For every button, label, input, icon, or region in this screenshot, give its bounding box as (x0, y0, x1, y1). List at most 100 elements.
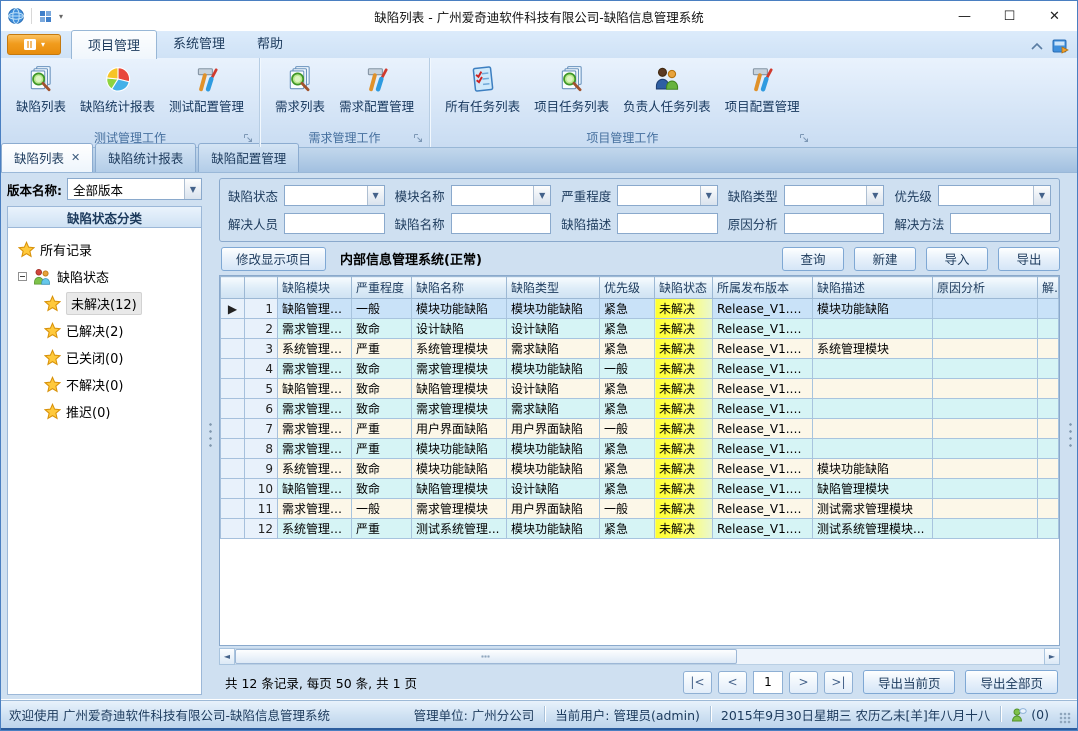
cell-name[interactable]: 用户界面缺陷 (412, 419, 507, 439)
filter-select-缺陷状态[interactable]: ▼ (284, 185, 385, 206)
table-row[interactable]: 4需求管理模块致命需求管理模块模块功能缺陷一般未解决Release_V1.0.0 (221, 359, 1059, 379)
cell-analysis[interactable] (933, 499, 1038, 519)
table-row[interactable]: 8需求管理模块严重模块功能缺陷模块功能缺陷紧急未解决Release_V1.0.0 (221, 439, 1059, 459)
cell-status[interactable]: 未解决 (655, 439, 713, 459)
page-number-input[interactable] (753, 671, 783, 694)
cell-analysis[interactable] (933, 319, 1038, 339)
cell-module[interactable]: 缺陷管理模块 (278, 479, 352, 499)
action-button-查询[interactable]: 查询 (782, 247, 844, 271)
doc-tab-缺陷配置管理[interactable]: 缺陷配置管理 (198, 143, 299, 172)
cell-type[interactable]: 需求缺陷 (507, 399, 600, 419)
cell-severity[interactable]: 严重 (352, 519, 412, 539)
table-row[interactable]: 7需求管理模块严重用户界面缺陷用户界面缺陷一般未解决Release_V1.0.0 (221, 419, 1059, 439)
quick-access-dropdown-icon[interactable]: ▾ (59, 12, 63, 21)
scroll-right-icon[interactable]: ► (1044, 648, 1060, 665)
cell-name[interactable]: 缺陷管理模块 (412, 479, 507, 499)
cell-priority[interactable]: 紧急 (600, 399, 655, 419)
cell-severity[interactable]: 致命 (352, 459, 412, 479)
cell-method[interactable] (1038, 419, 1059, 439)
cell-status[interactable]: 未解决 (655, 299, 713, 319)
cell-priority[interactable]: 紧急 (600, 519, 655, 539)
cell-desc[interactable] (813, 399, 933, 419)
dialog-launcher-icon[interactable] (799, 133, 809, 143)
cell-status[interactable]: 未解决 (655, 459, 713, 479)
cell-method[interactable] (1038, 399, 1059, 419)
cell-release[interactable]: Release_V1.0.0 (713, 439, 813, 459)
export-all-pages-button[interactable]: 导出全部页 (965, 670, 1058, 694)
cell-desc[interactable] (813, 319, 933, 339)
cell-name[interactable]: 需求管理模块 (412, 399, 507, 419)
cell-method[interactable] (1038, 499, 1059, 519)
cell-type[interactable]: 模块功能缺陷 (507, 459, 600, 479)
cell-analysis[interactable] (933, 459, 1038, 479)
cell-method[interactable] (1038, 359, 1059, 379)
quick-access-grid-icon[interactable] (38, 9, 53, 24)
chevron-down-icon[interactable]: ▼ (533, 186, 550, 205)
table-row[interactable]: 12系统管理模块严重测试系统管理...模块功能缺陷紧急未解决Release_V1… (221, 519, 1059, 539)
filter-input-缺陷描述[interactable] (617, 213, 718, 234)
cell-severity[interactable]: 致命 (352, 399, 412, 419)
ribbon-button-项目任务列表[interactable]: 项目任务列表 (527, 61, 616, 117)
cell-name[interactable]: 设计缺陷 (412, 319, 507, 339)
tree-item-缺陷状态[interactable]: 缺陷状态 (18, 263, 199, 290)
ribbon-button-缺陷统计报表[interactable]: 缺陷统计报表 (73, 61, 162, 117)
tree-item-推迟(0)[interactable]: 推迟(0) (44, 398, 199, 425)
cell-release[interactable]: Release_V1.1.0 (713, 399, 813, 419)
column-header-严重程度[interactable]: 严重程度 (352, 277, 412, 299)
collapse-minus-icon[interactable] (18, 272, 27, 281)
filter-select-模块名称[interactable]: ▼ (451, 185, 552, 206)
cell-release[interactable]: Release_V1.0.0 (713, 419, 813, 439)
cell-release[interactable]: Release_V1.0.0 (713, 459, 813, 479)
tree-item-未解决(12)[interactable]: 未解决(12) (44, 290, 199, 317)
cell-priority[interactable]: 紧急 (600, 479, 655, 499)
table-row[interactable]: 10缺陷管理模块致命缺陷管理模块设计缺陷紧急未解决Release_V1.0.0缺… (221, 479, 1059, 499)
cell-severity[interactable]: 严重 (352, 439, 412, 459)
cell-type[interactable]: 设计缺陷 (507, 379, 600, 399)
export-current-page-button[interactable]: 导出当前页 (863, 670, 956, 694)
cell-priority[interactable]: 一般 (600, 419, 655, 439)
dialog-launcher-icon[interactable] (413, 133, 423, 143)
cell-release[interactable]: Release_V1.1.0 (713, 499, 813, 519)
cell-analysis[interactable] (933, 339, 1038, 359)
cell-analysis[interactable] (933, 419, 1038, 439)
cell-desc[interactable] (813, 439, 933, 459)
cell-module[interactable]: 需求管理模块 (278, 439, 352, 459)
cell-desc[interactable]: 测试需求管理模块 (813, 499, 933, 519)
cell-module[interactable]: 需求管理模块 (278, 319, 352, 339)
table-row[interactable]: 6需求管理模块致命需求管理模块需求缺陷紧急未解决Release_V1.1.0 (221, 399, 1059, 419)
cell-module[interactable]: 需求管理模块 (278, 359, 352, 379)
cell-analysis[interactable] (933, 519, 1038, 539)
cell-analysis[interactable] (933, 399, 1038, 419)
cell-priority[interactable]: 紧急 (600, 459, 655, 479)
cell-priority[interactable]: 紧急 (600, 379, 655, 399)
chevron-down-icon[interactable]: ▼ (1033, 186, 1050, 205)
minimize-button[interactable]: — (942, 1, 987, 31)
cell-status[interactable]: 未解决 (655, 339, 713, 359)
cell-release[interactable]: Release_V1.0.0 (713, 379, 813, 399)
cell-status[interactable]: 未解决 (655, 359, 713, 379)
column-header-所属发布版本[interactable]: 所属发布版本 (713, 277, 813, 299)
table-row[interactable]: 11需求管理模块一般需求管理模块用户界面缺陷一般未解决Release_V1.1.… (221, 499, 1059, 519)
chevron-down-icon[interactable]: ▼ (184, 179, 201, 199)
dialog-launcher-icon[interactable] (243, 133, 253, 143)
action-button-导入[interactable]: 导入 (926, 247, 988, 271)
cell-desc[interactable]: 模块功能缺陷 (813, 299, 933, 319)
action-button-导出[interactable]: 导出 (998, 247, 1060, 271)
cell-type[interactable]: 用户界面缺陷 (507, 499, 600, 519)
cell-type[interactable]: 模块功能缺陷 (507, 359, 600, 379)
cell-status[interactable]: 未解决 (655, 319, 713, 339)
filter-select-严重程度[interactable]: ▼ (617, 185, 718, 206)
close-button[interactable]: ✕ (1032, 1, 1077, 31)
table-row[interactable]: 2需求管理模块致命设计缺陷设计缺陷紧急未解决Release_V1.2.0 (221, 319, 1059, 339)
action-button-新建[interactable]: 新建 (854, 247, 916, 271)
cell-severity[interactable]: 致命 (352, 319, 412, 339)
prev-page-button[interactable]: < (718, 671, 747, 694)
cell-release[interactable]: Release_V1.0.0 (713, 359, 813, 379)
cell-module[interactable]: 需求管理模块 (278, 399, 352, 419)
cell-analysis[interactable] (933, 379, 1038, 399)
cell-module[interactable]: 系统管理模块 (278, 519, 352, 539)
cell-type[interactable]: 需求缺陷 (507, 339, 600, 359)
cell-priority[interactable]: 一般 (600, 359, 655, 379)
cell-method[interactable] (1038, 459, 1059, 479)
cell-priority[interactable]: 紧急 (600, 299, 655, 319)
